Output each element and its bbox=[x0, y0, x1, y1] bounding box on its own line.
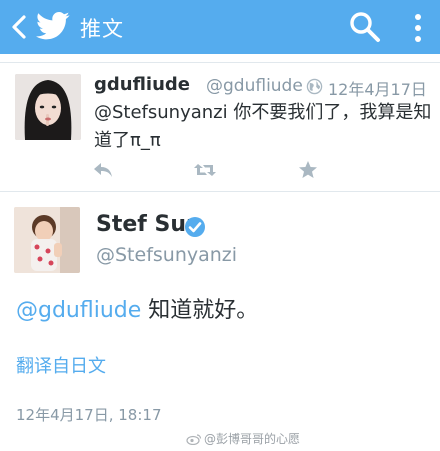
more-vertical-icon[interactable] bbox=[410, 12, 426, 44]
avatar[interactable] bbox=[14, 207, 80, 273]
tweet-date: 12年4月17日 bbox=[328, 80, 427, 99]
tweet-body: @gdufliude 知道就好。 bbox=[16, 292, 258, 324]
tweet-text: @Stefsunyanzi 你不要我们了，我算是知道了π_π bbox=[94, 102, 432, 151]
page-title: 推文 bbox=[80, 17, 124, 41]
divider bbox=[0, 191, 440, 192]
top-app-bar: 推文 bbox=[0, 0, 440, 54]
watermark: @彭博哥哥的心愿 bbox=[186, 430, 300, 447]
author-handle[interactable]: @gdufliude bbox=[206, 76, 303, 96]
reply-icon[interactable] bbox=[93, 162, 113, 178]
translate-link[interactable]: 翻译自日文 bbox=[16, 352, 106, 378]
divider bbox=[0, 62, 440, 63]
author-name[interactable]: gdufliude bbox=[94, 74, 190, 95]
watermark-text: @彭博哥哥的心愿 bbox=[204, 432, 301, 446]
mention-link[interactable]: @gdufliude bbox=[16, 298, 141, 323]
avatar[interactable] bbox=[15, 74, 81, 140]
verified-badge-icon bbox=[185, 217, 205, 237]
back-arrow-icon[interactable] bbox=[8, 14, 30, 40]
globe-icon bbox=[306, 78, 323, 95]
favorite-icon[interactable] bbox=[298, 160, 318, 180]
search-icon[interactable] bbox=[348, 10, 382, 44]
tweet-body-text: 知道就好。 bbox=[141, 298, 259, 323]
retweet-icon[interactable] bbox=[193, 162, 217, 178]
weibo-logo-icon bbox=[186, 434, 202, 445]
twitter-bird-icon bbox=[36, 11, 70, 40]
tweet-timestamp: 12年4月17日, 18:17 bbox=[16, 406, 162, 424]
author-handle[interactable]: @Stefsunyanzi bbox=[96, 244, 237, 266]
